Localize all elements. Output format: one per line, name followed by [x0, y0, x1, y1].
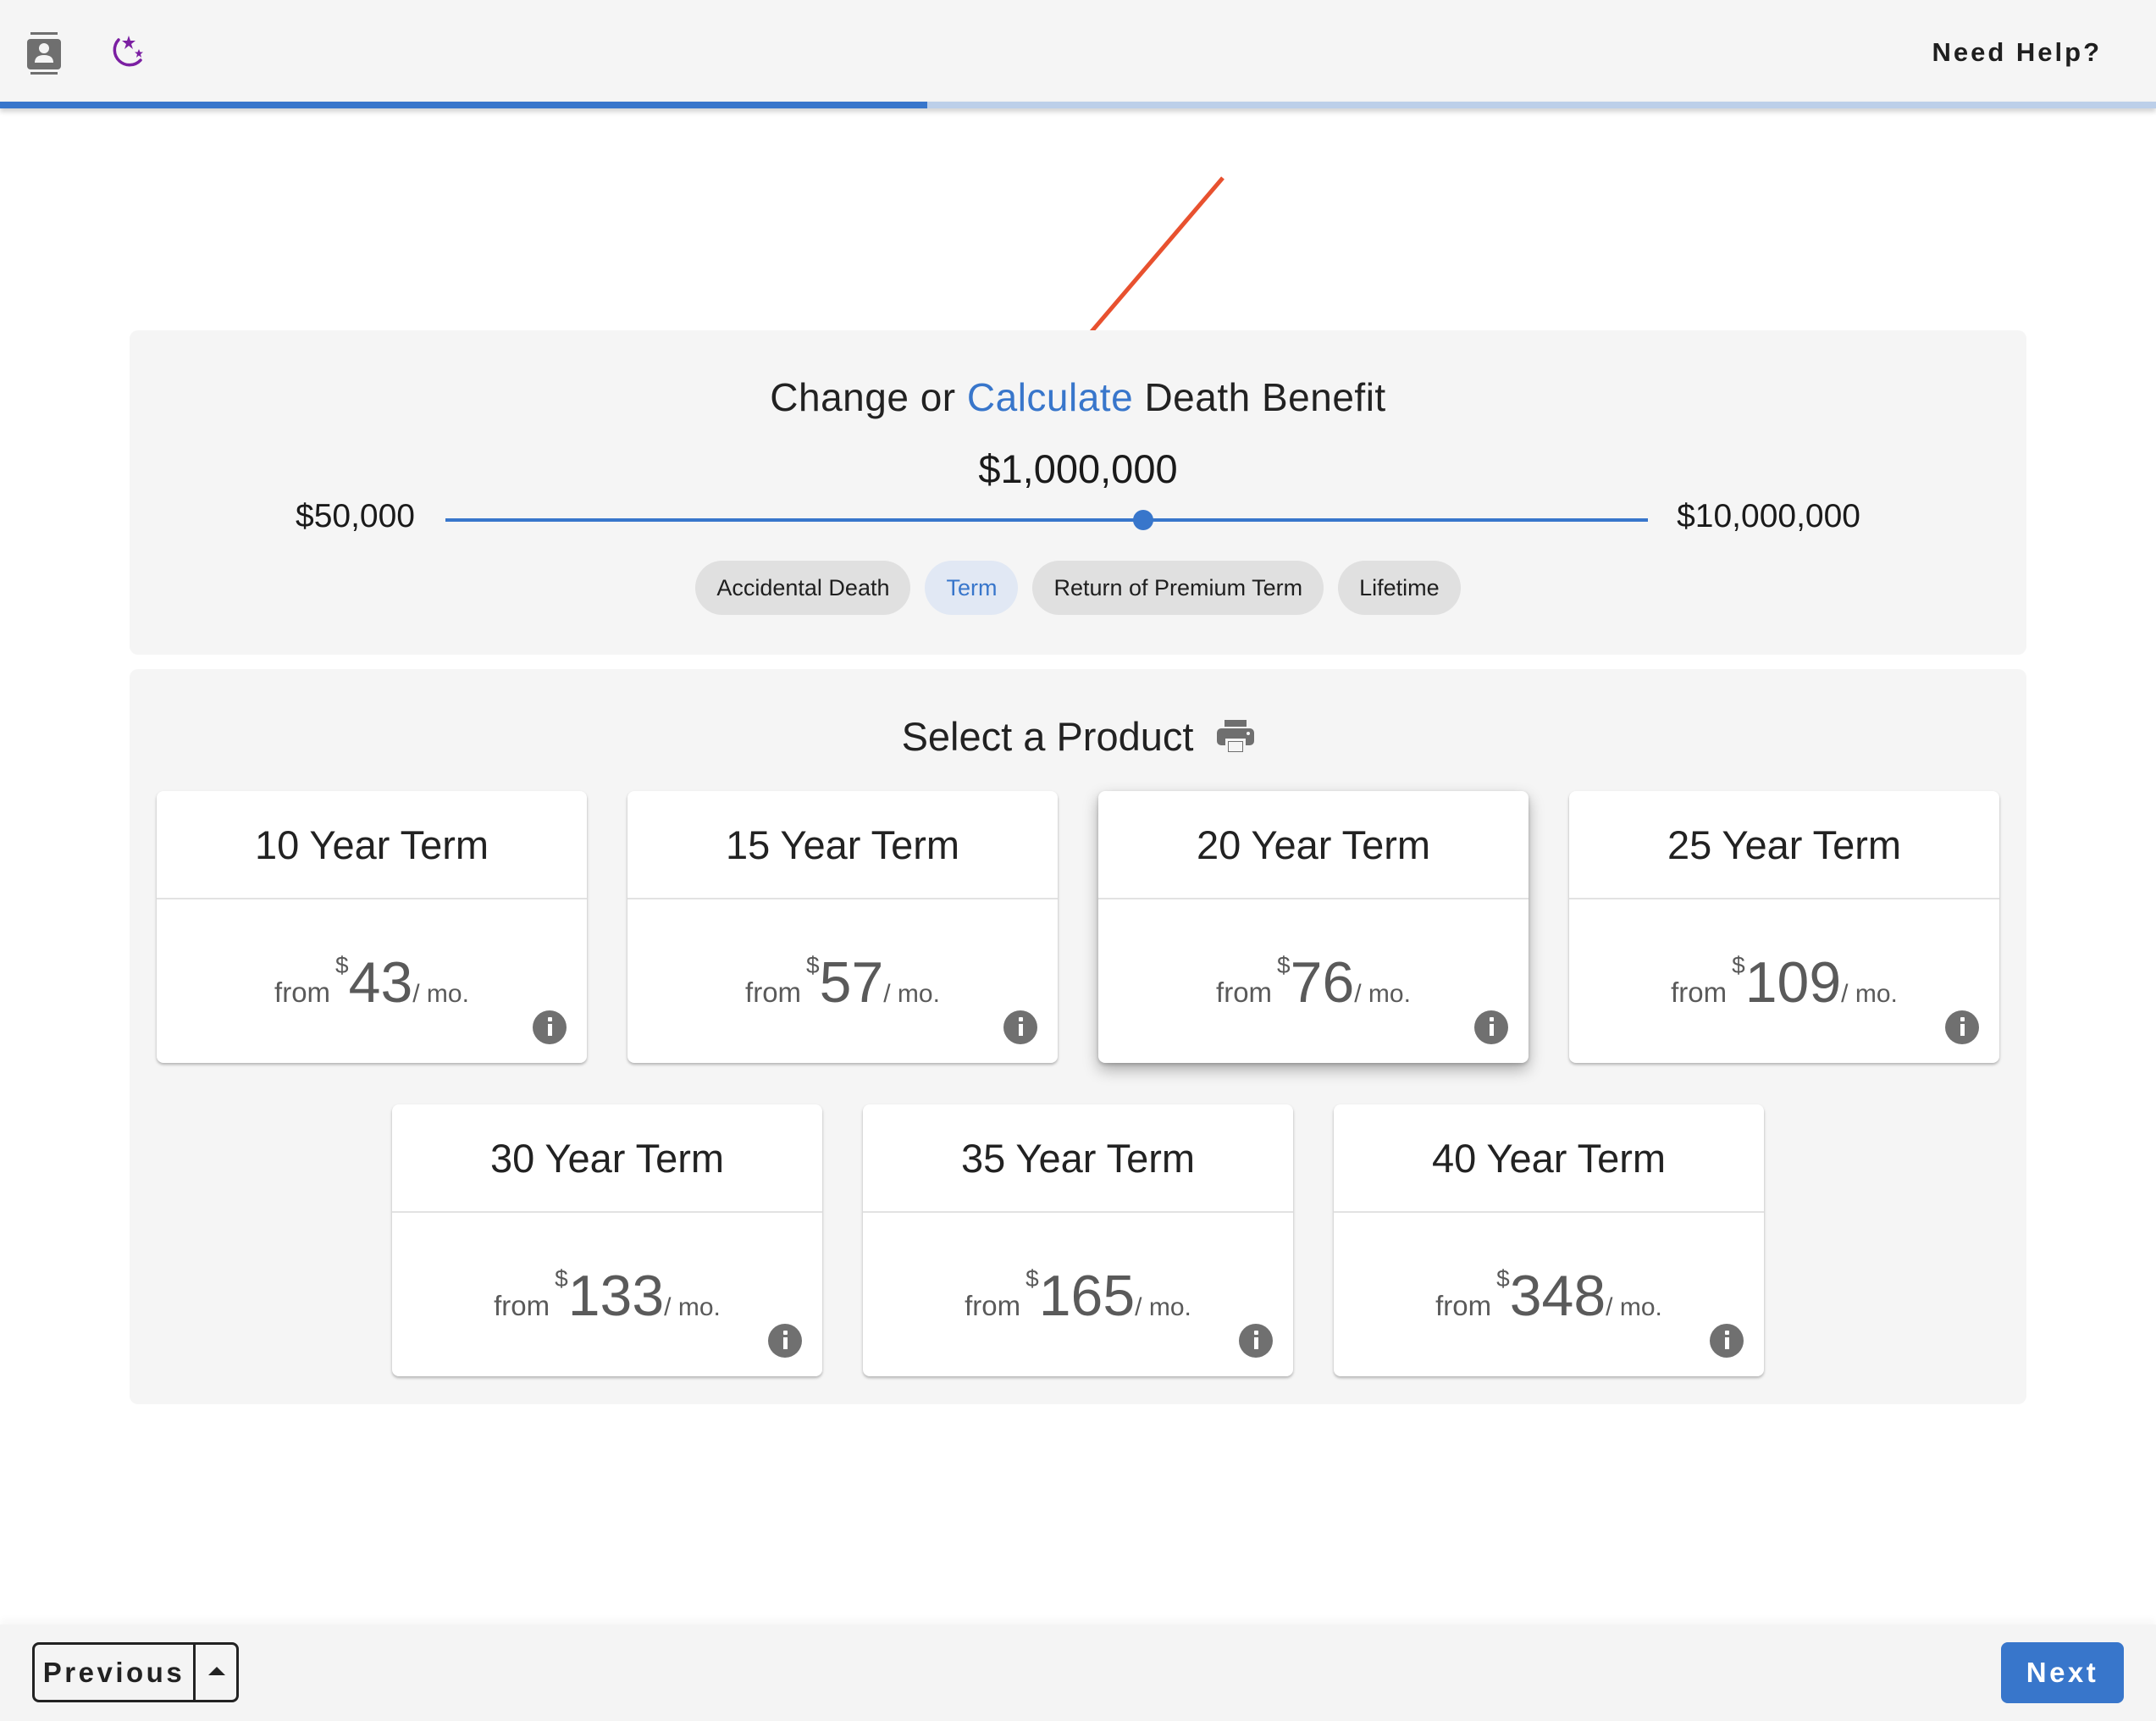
product-section-title: Select a Product: [130, 713, 2026, 760]
product-name: 25 Year Term: [1569, 791, 1999, 899]
product-title-text: Select a Product: [901, 714, 1194, 759]
currency-symbol: $: [335, 952, 349, 978]
currency-symbol: $: [555, 1265, 568, 1292]
title-suffix: Death Benefit: [1133, 375, 1386, 419]
title-prefix: Change or: [770, 375, 967, 419]
price-value: 76: [1290, 950, 1355, 1015]
chip-accidental-death[interactable]: Accidental Death: [695, 561, 911, 615]
slider-min-label: $50,000: [296, 498, 415, 534]
product-price: from$57/ mo.: [627, 952, 1058, 1011]
info-icon[interactable]: [1239, 1324, 1273, 1358]
product-type-chips: Accidental Death Term Return of Premium Te…: [130, 561, 2026, 615]
price-period: / mo.: [1354, 980, 1411, 1008]
currency-symbol: $: [1025, 1265, 1039, 1292]
product-card-40-year-term[interactable]: 40 Year Term from$348/ mo.: [1334, 1104, 1764, 1376]
product-card-15-year-term[interactable]: 15 Year Term from$57/ mo.: [627, 791, 1058, 1063]
product-name: 35 Year Term: [863, 1104, 1293, 1213]
price-from-label: from: [965, 1290, 1021, 1321]
currency-symbol: $: [1732, 952, 1745, 978]
product-price: from$133/ mo.: [392, 1265, 822, 1325]
product-name: 20 Year Term: [1098, 791, 1529, 899]
product-card-35-year-term[interactable]: 35 Year Term from$165/ mo.: [863, 1104, 1293, 1376]
price-value: 109: [1744, 950, 1842, 1015]
previous-button-group: Previous: [32, 1642, 239, 1702]
previous-button[interactable]: Previous: [35, 1645, 196, 1700]
price-period: / mo.: [1841, 980, 1898, 1008]
price-from-label: from: [494, 1290, 550, 1321]
product-name: 15 Year Term: [627, 791, 1058, 899]
info-icon[interactable]: [533, 1010, 567, 1044]
progress-bar: [0, 102, 2156, 108]
currency-symbol: $: [1496, 1265, 1510, 1292]
price-value: 43: [348, 950, 413, 1015]
price-from-label: from: [745, 977, 802, 1008]
product-card-20-year-term[interactable]: 20 Year Term from$76/ mo.: [1098, 791, 1529, 1063]
product-price: from$109/ mo.: [1569, 952, 1999, 1011]
next-button[interactable]: Next: [2001, 1642, 2124, 1703]
calculate-link[interactable]: Calculate: [967, 375, 1133, 419]
price-value: 133: [567, 1264, 665, 1328]
contact-icon[interactable]: [27, 32, 66, 76]
footer-bar: Previous Next: [0, 1624, 2156, 1721]
product-name: 10 Year Term: [157, 791, 587, 899]
price-from-label: from: [274, 977, 331, 1008]
night-mode-icon[interactable]: [107, 34, 146, 78]
product-price: from$165/ mo.: [863, 1265, 1293, 1325]
price-period: / mo.: [412, 980, 469, 1008]
chip-term[interactable]: Term: [925, 561, 1019, 615]
price-value: 57: [819, 950, 884, 1015]
price-period: / mo.: [1135, 1293, 1191, 1321]
currency-symbol: $: [806, 952, 820, 978]
product-card-25-year-term[interactable]: 25 Year Term from$109/ mo.: [1569, 791, 1999, 1063]
price-from-label: from: [1435, 1290, 1492, 1321]
info-icon[interactable]: [768, 1324, 802, 1358]
slider-thumb[interactable]: [1132, 510, 1153, 530]
price-from-label: from: [1671, 977, 1728, 1008]
top-bar: Need Help?: [0, 0, 2156, 102]
price-period: / mo.: [664, 1293, 721, 1321]
product-price: from$348/ mo.: [1334, 1265, 1764, 1325]
death-benefit-title: Change or Calculate Death Benefit: [130, 374, 2026, 420]
product-price: from$76/ mo.: [1098, 952, 1529, 1011]
slider-track[interactable]: [445, 518, 1648, 522]
page: Need Help? Change or Calculate Death Ben…: [0, 0, 2156, 1721]
info-icon[interactable]: [1710, 1324, 1744, 1358]
price-period: / mo.: [1606, 1293, 1662, 1321]
price-value: 165: [1038, 1264, 1136, 1328]
product-price: from$43/ mo.: [157, 952, 587, 1011]
price-period: / mo.: [883, 980, 940, 1008]
print-icon[interactable]: [1217, 720, 1255, 752]
benefit-amount: $1,000,000: [978, 446, 1178, 491]
slider-max-label: $10,000,000: [1677, 498, 1860, 534]
benefit-slider[interactable]: [445, 506, 1648, 532]
currency-symbol: $: [1277, 952, 1291, 978]
need-help-link[interactable]: Need Help?: [1932, 37, 2102, 68]
product-card-30-year-term[interactable]: 30 Year Term from$133/ mo.: [392, 1104, 822, 1376]
product-name: 40 Year Term: [1334, 1104, 1764, 1213]
info-icon[interactable]: [1003, 1010, 1037, 1044]
price-value: 348: [1509, 1264, 1606, 1328]
caret-up-icon[interactable]: [196, 1645, 236, 1700]
death-benefit-panel: Change or Calculate Death Benefit $1,000…: [130, 330, 2026, 655]
progress-bar-fill: [0, 102, 927, 108]
product-name: 30 Year Term: [392, 1104, 822, 1213]
info-icon[interactable]: [1474, 1010, 1508, 1044]
product-card-10-year-term[interactable]: 10 Year Term from$43/ mo.: [157, 791, 587, 1063]
info-icon[interactable]: [1945, 1010, 1979, 1044]
chip-lifetime[interactable]: Lifetime: [1338, 561, 1461, 615]
chip-return-of-premium-term[interactable]: Return of Premium Term: [1032, 561, 1324, 615]
price-from-label: from: [1216, 977, 1273, 1008]
